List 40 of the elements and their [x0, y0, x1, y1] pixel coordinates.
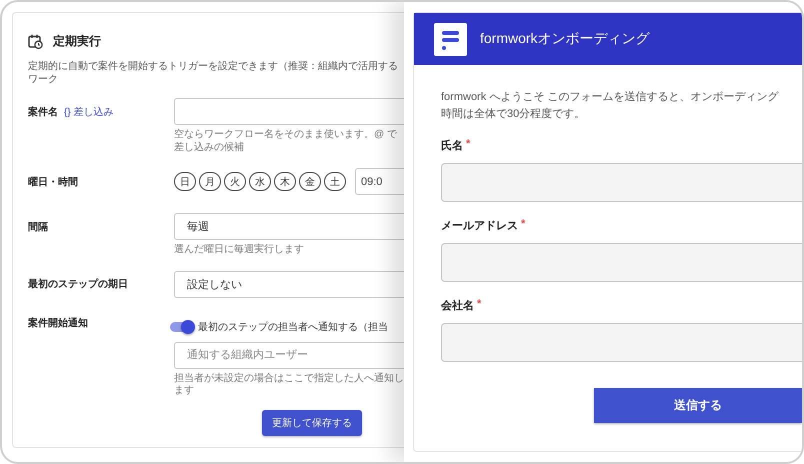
intro-text: 時間は全体で30分程度です。	[441, 106, 586, 122]
section-description: 定期的に自動で案件を開始するトリガーを設定できます（推奨：組織内で活用するワーク	[28, 60, 399, 86]
save-button[interactable]: 更新して保存する	[262, 410, 362, 436]
weekday-chip[interactable]: 水	[249, 172, 271, 191]
field-hint: 空ならワークフロー名をそのまま使います。@ で差し込みの候補	[174, 129, 398, 154]
required-mark: *	[477, 298, 482, 312]
field-label: 曜日・時間	[28, 176, 78, 188]
weekday-chip[interactable]: 金	[299, 172, 321, 191]
text-field[interactable]	[441, 243, 802, 282]
field-label: 間隔	[28, 220, 48, 234]
field-label: 会社名	[441, 298, 474, 313]
weekday-chip[interactable]: 月	[199, 172, 221, 191]
field-label: 案件開始通知	[28, 316, 88, 330]
field-label: 案件名	[28, 105, 58, 119]
intro-text: formwork へようこそ このフォームを送信すると、オンボーディング	[441, 90, 780, 105]
field-label: 最初のステップの期日	[28, 277, 128, 291]
due-date-select[interactable]: 設定しない	[174, 270, 404, 298]
field-hint: 担当者が未設定の場合はここで指定した人へ通知します	[174, 372, 404, 398]
toggle-switch[interactable]	[170, 322, 194, 332]
toggle-label: 最初のステップの担当者へ通知する（担当	[198, 320, 388, 334]
required-mark: *	[521, 218, 526, 232]
calendar-clock-icon	[28, 34, 43, 49]
weekday-chip[interactable]: 火	[224, 172, 246, 191]
text-field[interactable]	[441, 163, 802, 202]
text-field[interactable]	[441, 323, 802, 362]
interval-select[interactable]: 毎週	[174, 213, 404, 240]
required-mark: *	[466, 138, 470, 152]
logo-icon	[434, 22, 467, 56]
form-title: formworkオンボーディング	[480, 30, 650, 48]
user-field[interactable]: 通知する組織内ユーザー	[174, 342, 404, 368]
weekday-chip[interactable]: 土	[324, 172, 346, 191]
field-hint: 選んだ曜日に毎週実行します	[174, 244, 305, 256]
weekday-chip[interactable]: 木	[274, 172, 296, 191]
section-title: 定期実行	[53, 33, 101, 50]
weekday-chip[interactable]: 日	[174, 172, 196, 191]
field-label: メールアドレス	[441, 219, 518, 233]
submit-button[interactable]: 送信する	[594, 388, 802, 423]
case-name-field[interactable]	[174, 98, 404, 125]
field-label: 氏名	[441, 138, 463, 153]
insert-link[interactable]: {} 差し込み	[64, 105, 114, 119]
